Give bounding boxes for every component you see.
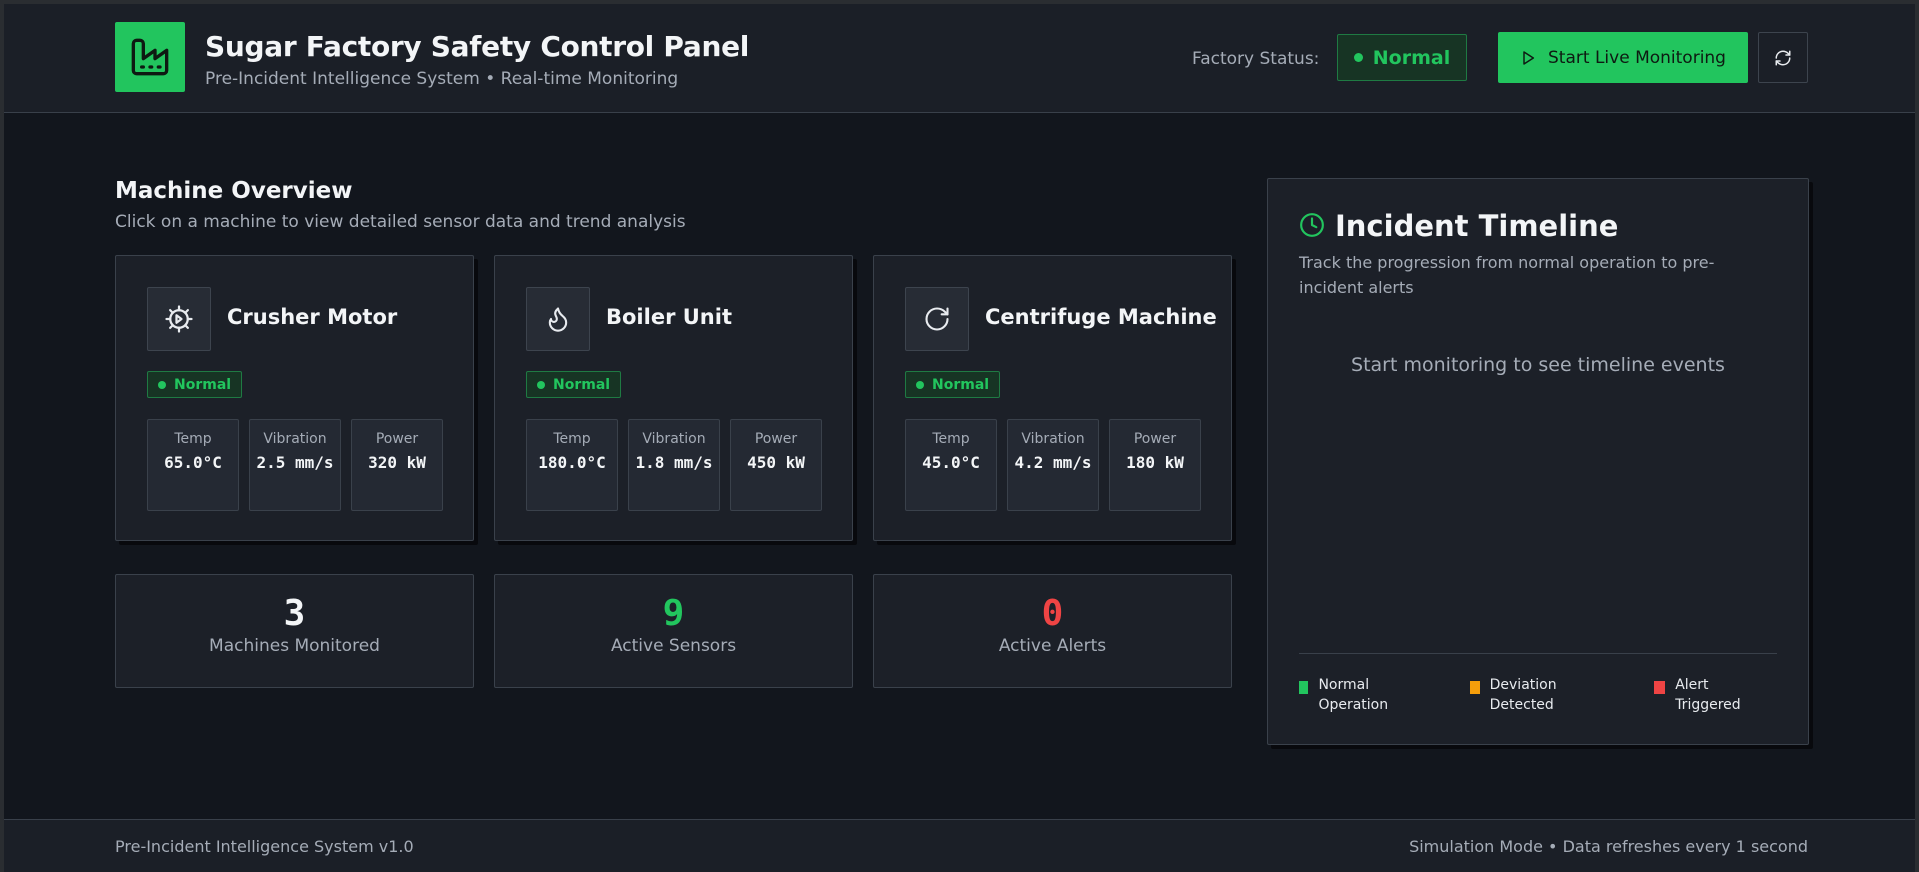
machine-overview-subtitle: Click on a machine to view detailed sens… — [115, 212, 686, 232]
metric-value: 4.2 mm/s — [1014, 453, 1092, 472]
metric-power: Power 320 kW — [351, 419, 443, 511]
footer-version: Pre-Incident Intelligence System v1.0 — [115, 837, 414, 856]
refresh-icon — [1775, 50, 1791, 65]
app-title: Sugar Factory Safety Control Panel — [205, 30, 750, 63]
machine-name: Centrifuge Machine — [985, 305, 1217, 329]
factory-status-badge: Normal — [1337, 34, 1467, 81]
timeline-empty-message: Start monitoring to see timeline events — [1351, 354, 1725, 376]
play-icon — [1523, 50, 1535, 65]
metric-power: Power 180 kW — [1109, 419, 1201, 511]
legend-swatch-green — [1299, 681, 1309, 694]
metric-value: 45.0°C — [922, 453, 980, 472]
machine-name: Crusher Motor — [227, 305, 398, 329]
legend-swatch-amber — [1470, 681, 1480, 694]
legend-deviation-detected: Deviation Detected — [1470, 675, 1590, 715]
metric-power: Power 450 kW — [730, 419, 822, 511]
machine-card-centrifuge-machine[interactable]: Centrifuge Machine Normal Temp 45.0°C Vi… — [873, 255, 1232, 541]
stat-value: 0 — [1041, 593, 1064, 634]
footer-mode-info: Simulation Mode • Data refreshes every 1… — [1409, 837, 1808, 856]
legend-label: Alert Triggered — [1675, 677, 1741, 713]
status-dot-icon — [158, 380, 166, 389]
clock-icon — [1300, 213, 1324, 237]
metric-value: 180 kW — [1126, 453, 1184, 472]
metric-vibration: Vibration 1.8 mm/s — [628, 419, 720, 511]
divider — [1299, 653, 1777, 654]
footer-bar: Pre-Incident Intelligence System v1.0 Si… — [4, 819, 1915, 872]
flame-icon — [526, 287, 590, 351]
metric-label: Vibration — [1021, 431, 1085, 447]
metric-temp: Temp 180.0°C — [526, 419, 618, 511]
machine-name: Boiler Unit — [606, 305, 732, 329]
metric-value: 450 kW — [747, 453, 805, 472]
incident-timeline-panel: Incident Timeline Track the progression … — [1267, 178, 1809, 745]
start-button-label: Start Live Monitoring — [1548, 47, 1726, 68]
rotate-icon — [905, 287, 969, 351]
machine-overview-title: Machine Overview — [115, 178, 353, 204]
machine-card-boiler-unit[interactable]: Boiler Unit Normal Temp 180.0°C Vibratio… — [494, 255, 853, 541]
legend-alert-triggered: Alert Triggered — [1654, 675, 1764, 715]
app-subtitle: Pre-Incident Intelligence System • Real-… — [205, 69, 679, 89]
factory-status-label: Factory Status: — [1192, 49, 1320, 69]
stat-machines-monitored: 3 Machines Monitored — [115, 574, 474, 688]
app-window: Sugar Factory Safety Control Panel Pre-I… — [4, 4, 1915, 872]
metric-value: 1.8 mm/s — [635, 453, 713, 472]
refresh-button[interactable] — [1758, 32, 1808, 83]
gear-icon — [147, 287, 211, 351]
metric-label: Temp — [174, 431, 212, 447]
stat-active-sensors: 9 Active Sensors — [494, 574, 853, 688]
timeline-subtitle: Track the progression from normal operat… — [1299, 253, 1715, 297]
metric-vibration: Vibration 4.2 mm/s — [1007, 419, 1099, 511]
metric-value: 320 kW — [368, 453, 426, 472]
legend-swatch-red — [1654, 681, 1666, 694]
machine-status-text: Normal — [932, 376, 990, 393]
metric-label: Temp — [553, 431, 591, 447]
metric-temp: Temp 65.0°C — [147, 419, 239, 511]
metric-label: Power — [1133, 431, 1177, 447]
factory-icon — [115, 22, 185, 92]
legend-normal-operation: Normal Operation — [1299, 675, 1409, 715]
metric-value: 65.0°C — [164, 453, 222, 472]
status-dot-icon — [916, 380, 924, 389]
stat-label: Machines Monitored — [209, 636, 380, 656]
metric-label: Vibration — [263, 431, 327, 447]
machine-status-badge: Normal — [905, 371, 1001, 398]
metric-temp: Temp 45.0°C — [905, 419, 997, 511]
machine-status-badge: Normal — [526, 371, 622, 398]
machine-card-crusher-motor[interactable]: Crusher Motor Normal Temp 65.0°C Vibrati… — [115, 255, 474, 541]
stat-value: 9 — [662, 593, 685, 634]
stat-label: Active Sensors — [610, 636, 737, 656]
metric-vibration: Vibration 2.5 mm/s — [249, 419, 341, 511]
start-live-monitoring-button[interactable]: Start Live Monitoring — [1498, 32, 1748, 83]
stat-active-alerts: 0 Active Alerts — [873, 574, 1232, 688]
machine-status-badge: Normal — [147, 371, 243, 398]
stat-label: Active Alerts — [998, 636, 1107, 656]
metric-value: 2.5 mm/s — [256, 453, 334, 472]
machine-status-text: Normal — [174, 376, 232, 393]
metric-label: Vibration — [642, 431, 706, 447]
stat-value: 3 — [283, 593, 306, 634]
timeline-title: Incident Timeline — [1335, 209, 1619, 243]
header-bar: Sugar Factory Safety Control Panel Pre-I… — [4, 4, 1915, 113]
machine-status-text: Normal — [553, 376, 611, 393]
status-dot-icon — [1353, 53, 1363, 62]
status-dot-icon — [537, 380, 545, 389]
metric-label: Power — [375, 431, 419, 447]
legend-label: Normal Operation — [1318, 677, 1389, 713]
metric-label: Power — [754, 431, 798, 447]
metric-value: 180.0°C — [538, 453, 606, 472]
legend-label: Deviation Detected — [1489, 677, 1557, 713]
metric-label: Temp — [932, 431, 970, 447]
factory-status-value: Normal — [1372, 46, 1451, 69]
